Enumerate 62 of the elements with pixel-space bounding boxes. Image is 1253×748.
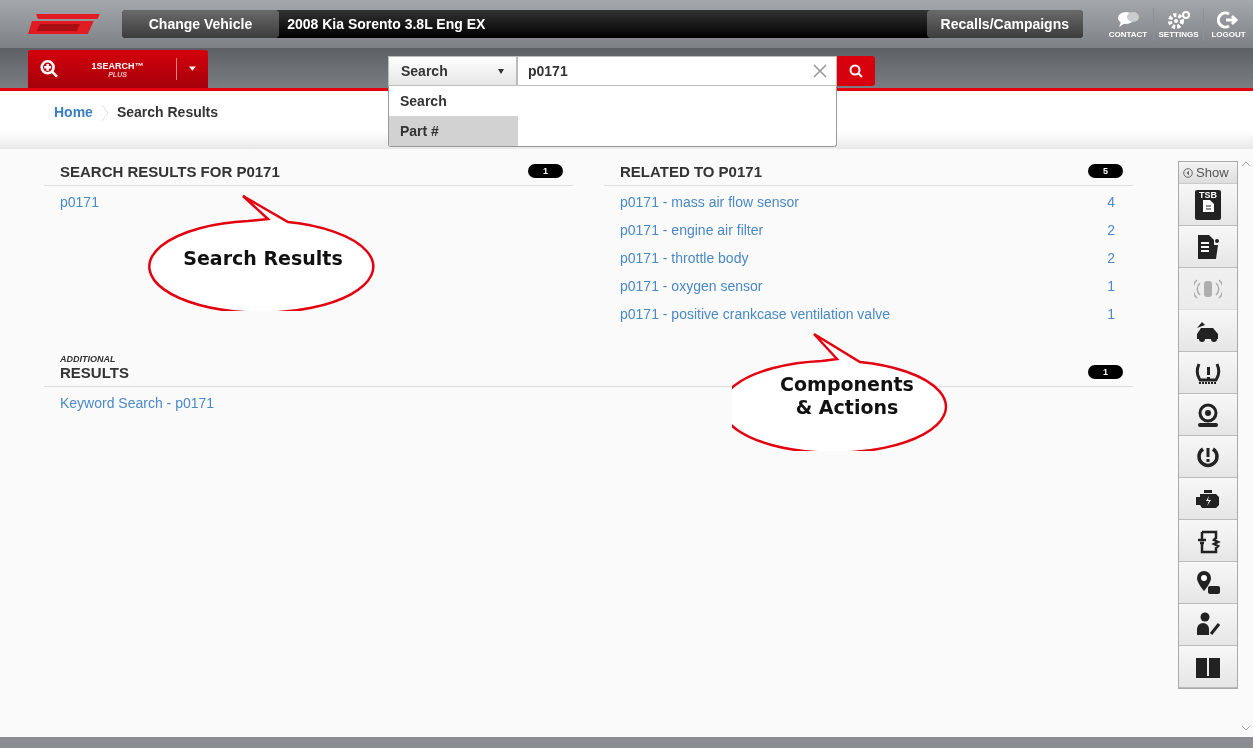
header-action-button[interactable]: CONTACT [1103,7,1153,41]
count-badge: 1 [1088,365,1123,379]
scroll-up-icon [1241,161,1250,166]
sidebar-tool-button[interactable] [1179,352,1237,394]
callout-text: Components & Actions [779,373,915,419]
breadcrumb-item[interactable]: Home [54,104,93,120]
document-icon [1201,199,1215,212]
recalls-button[interactable]: Recalls/Campaigns [926,10,1083,38]
related-count: 2 [1107,222,1115,238]
change-vehicle-button[interactable]: Change Vehicle [121,10,280,38]
count-badge: 5 [1088,164,1123,178]
menu-item[interactable]: Part # [389,116,518,146]
clear-icon [813,64,827,78]
search-icon [849,64,863,78]
tsb-icon: TSB [1195,189,1221,220]
header-action-button[interactable]: SETTINGS [1153,7,1203,41]
sidebar-tool-button[interactable] [1179,436,1237,478]
logout-icon [1216,9,1241,30]
gear-icon [1166,9,1191,30]
section-title: RELATED TO P0171 [620,163,762,180]
related-link[interactable]: p0171 - positive crankcase ventilation valve [620,306,891,322]
related-count: 1 [1107,278,1115,294]
section-title: SEARCH RESULTS FOR P0171 [60,163,280,180]
search-field[interactable]: p0171 [517,56,837,86]
related-count: 2 [1107,250,1115,266]
module-label: 1SEARCH™ [90,60,145,71]
sidebar-tool-button[interactable] [1179,310,1237,352]
sidebar-tool-button[interactable] [1179,394,1237,436]
sidebar-tool-button[interactable] [1179,520,1237,562]
count-badge: 1 [528,164,563,178]
chat-icon [1116,9,1140,30]
location-car-icon [1194,568,1222,597]
sidebar-tool-button[interactable] [1179,604,1237,646]
chevron-icon [100,104,109,122]
search-button[interactable] [837,56,875,86]
related-link[interactable]: p0171 - throttle body [620,250,749,266]
result-link[interactable]: p0171 [44,186,99,214]
logo-icon [28,12,100,36]
show-button[interactable]: Show [1179,162,1237,184]
sidebar-tool-button[interactable] [1179,478,1237,520]
section-title: RESULTS [60,364,129,381]
result-link[interactable]: Keyword Search - p0171 [44,387,215,415]
sidebar-tool-button[interactable]: TSB [1179,184,1237,226]
search-type-select[interactable]: Search [388,56,517,86]
breadcrumb-item: Search Results [116,104,219,120]
menu-item[interactable]: Search [389,86,518,116]
header-action-button[interactable]: LOGOUT [1203,7,1253,41]
related-link[interactable]: p0171 - engine air filter [620,222,764,238]
section-kicker: ADDITIONAL [60,354,117,364]
related-link[interactable]: p0171 - mass air flow sensor [620,194,799,210]
zoom-in-icon [40,58,59,80]
related-count: 4 [1107,194,1115,210]
sidebar-tool-button[interactable] [1179,646,1237,688]
sidebar-tool-button[interactable] [1179,562,1237,604]
related-link[interactable]: p0171 - oxygen sensor [620,278,763,294]
callout-text: Search Results [182,247,344,270]
caret-icon [498,68,504,74]
vehicle-name: 2008 Kia Sorento 3.8L Eng EX [286,16,487,32]
caret-icon [189,66,196,72]
scroll-down-icon [1241,726,1250,731]
related-count: 1 [1107,306,1115,322]
sidebar-tool-button[interactable] [1179,226,1237,268]
